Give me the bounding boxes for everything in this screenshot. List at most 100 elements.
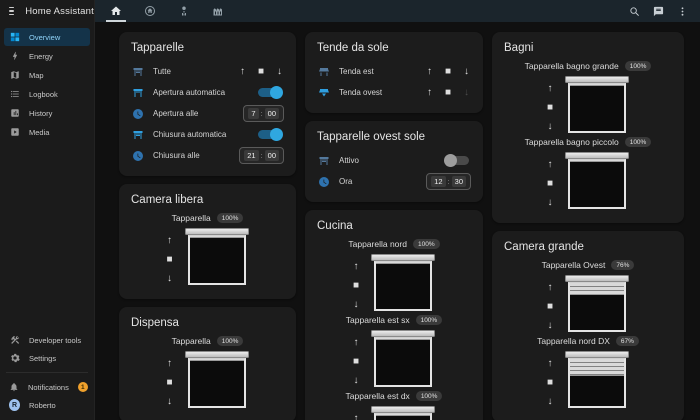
assist-chat-icon[interactable] — [653, 6, 664, 17]
cover-up-button[interactable]: ↑ — [547, 359, 552, 369]
shutter-graphic[interactable] — [371, 254, 435, 311]
menu-icon[interactable] — [9, 7, 14, 15]
hammer-icon — [9, 335, 20, 346]
cover-up-button[interactable]: ↑ — [353, 414, 358, 420]
entity-name: Tenda ovest — [339, 88, 418, 97]
hour-field[interactable]: 7 — [248, 108, 258, 119]
cover-stop-button[interactable]: ■ — [445, 67, 451, 77]
sidebar-item-logbook[interactable]: Logbook — [4, 85, 90, 103]
time-separator: : — [448, 177, 450, 186]
cover-up-button[interactable]: ↑ — [353, 262, 358, 272]
tab-sprinkler[interactable] — [167, 0, 201, 22]
sidebar-item-energy[interactable]: Energy — [4, 47, 90, 65]
tab-home-circle[interactable] — [133, 0, 167, 22]
sidebar-item-map[interactable]: Map — [4, 66, 90, 84]
cover-up-button[interactable]: ↑ — [240, 67, 245, 77]
sidebar-item-label: History — [29, 109, 52, 118]
sidebar-item-media[interactable]: Media — [4, 123, 90, 141]
window-shutter-icon — [317, 154, 330, 167]
shutter-name[interactable]: Tapparella bagno piccolo — [525, 137, 619, 147]
sidebar-item-profile[interactable]: R Roberto — [4, 396, 90, 414]
clock-icon — [131, 149, 144, 162]
shutter-graphic[interactable] — [565, 152, 629, 209]
clock-icon — [317, 175, 330, 188]
time-input[interactable]: 21 : 00 — [239, 147, 284, 164]
dots-vertical-menu-icon[interactable] — [677, 6, 688, 17]
shutter-graphic[interactable] — [565, 275, 629, 332]
sidebar-item-label: Developer tools — [29, 336, 81, 345]
home-circle-icon — [144, 5, 156, 17]
cover-stop-button[interactable]: ■ — [166, 378, 172, 388]
minute-field[interactable]: 00 — [265, 150, 279, 161]
sidebar-item-overview[interactable]: Overview — [4, 28, 90, 46]
shutter-name[interactable]: Tapparella bagno grande — [525, 61, 619, 71]
search-icon[interactable] — [629, 6, 640, 17]
sidebar-item-notifications[interactable]: Notifications 1 — [4, 378, 90, 396]
minute-field[interactable]: 00 — [265, 108, 279, 119]
shutter-graphic[interactable] — [565, 351, 629, 408]
shutter-graphic[interactable] — [185, 351, 249, 408]
card-title: Dispensa — [131, 317, 284, 329]
sidebar-item-label: Energy — [29, 52, 53, 61]
time-input[interactable]: 7 : 00 — [243, 105, 284, 122]
shutter-graphic[interactable] — [185, 228, 249, 285]
cover-stop-button[interactable]: ■ — [547, 179, 553, 189]
toggle-apertura-automatica[interactable] — [258, 88, 282, 97]
time-separator: : — [261, 109, 263, 118]
cover-up-button[interactable]: ↑ — [167, 236, 172, 246]
cover-up-button[interactable]: ↑ — [427, 88, 432, 98]
cover-down-button[interactable]: ↓ — [277, 67, 282, 77]
cover-down-button[interactable]: ↓ — [547, 321, 552, 331]
cover-stop-button[interactable]: ■ — [547, 378, 553, 388]
cover-stop-button[interactable]: ■ — [258, 67, 264, 77]
shutter-name[interactable]: Tapparella nord DX — [537, 336, 610, 346]
cover-down-button[interactable]: ↓ — [547, 122, 552, 132]
minute-field[interactable]: 30 — [452, 176, 466, 187]
cover-down-button[interactable]: ↓ — [353, 300, 358, 310]
cover-up-button[interactable]: ↑ — [547, 84, 552, 94]
cover-stop-button[interactable]: ■ — [547, 302, 553, 312]
hour-field[interactable]: 21 — [244, 150, 258, 161]
entity-row: Tutte ↑ ■ ↓ — [131, 61, 284, 82]
shutter-name[interactable]: Tapparella est sx — [346, 315, 410, 325]
shutter-graphic[interactable] — [371, 330, 435, 387]
cover-down-button[interactable]: ↓ — [167, 397, 172, 407]
dashboard: Tapparelle Tutte ↑ ■ ↓ Apertura automati… — [95, 22, 700, 420]
shutter-control: Tapparella nord 100% ↑ ■ ↓ — [317, 239, 471, 311]
shutter-name[interactable]: Tapparella — [172, 336, 211, 346]
cover-down-button[interactable]: ↓ — [353, 376, 358, 386]
shutter-name[interactable]: Tapparella Ovest — [542, 260, 606, 270]
cover-up-button[interactable]: ↑ — [353, 338, 358, 348]
shutter-graphic[interactable] — [371, 406, 435, 420]
tab-home[interactable] — [99, 0, 133, 22]
cover-down-button[interactable]: ↓ — [167, 274, 172, 284]
cover-stop-button[interactable]: ■ — [166, 255, 172, 265]
cover-up-button[interactable]: ↑ — [167, 359, 172, 369]
cover-down-button[interactable]: ↓ — [547, 397, 552, 407]
card-tende-da-sole: Tende da sole Tenda est ↑ ■ ↓ Tenda oves… — [305, 32, 483, 113]
sidebar-item-developer-tools[interactable]: Developer tools — [4, 331, 90, 349]
house-icon — [110, 5, 122, 17]
shutter-name[interactable]: Tapparella nord — [348, 239, 407, 249]
hour-field[interactable]: 12 — [431, 176, 445, 187]
cover-stop-button[interactable]: ■ — [353, 281, 359, 291]
sidebar-item-history[interactable]: History — [4, 104, 90, 122]
time-input[interactable]: 12 : 30 — [426, 173, 471, 190]
sidebar-item-settings[interactable]: Settings — [4, 349, 90, 367]
shutter-graphic[interactable] — [565, 76, 629, 133]
shutter-name[interactable]: Tapparella — [172, 213, 211, 223]
tab-blinds[interactable] — [201, 0, 235, 22]
toggle-attivo[interactable] — [445, 156, 469, 165]
cover-stop-button[interactable]: ■ — [445, 88, 451, 98]
shutter-name[interactable]: Tapparella est dx — [346, 391, 410, 401]
cover-stop-button[interactable]: ■ — [353, 357, 359, 367]
cover-down-button[interactable]: ↓ — [547, 198, 552, 208]
sidebar-item-label: Notifications — [28, 383, 69, 392]
cover-down-button[interactable]: ↓ — [464, 67, 469, 77]
cover-up-button[interactable]: ↑ — [427, 67, 432, 77]
toggle-chiusura-automatica[interactable] — [258, 130, 282, 139]
entity-name: Tutte — [153, 67, 231, 76]
cover-up-button[interactable]: ↑ — [547, 283, 552, 293]
cover-up-button[interactable]: ↑ — [547, 160, 552, 170]
cover-stop-button[interactable]: ■ — [547, 103, 553, 113]
